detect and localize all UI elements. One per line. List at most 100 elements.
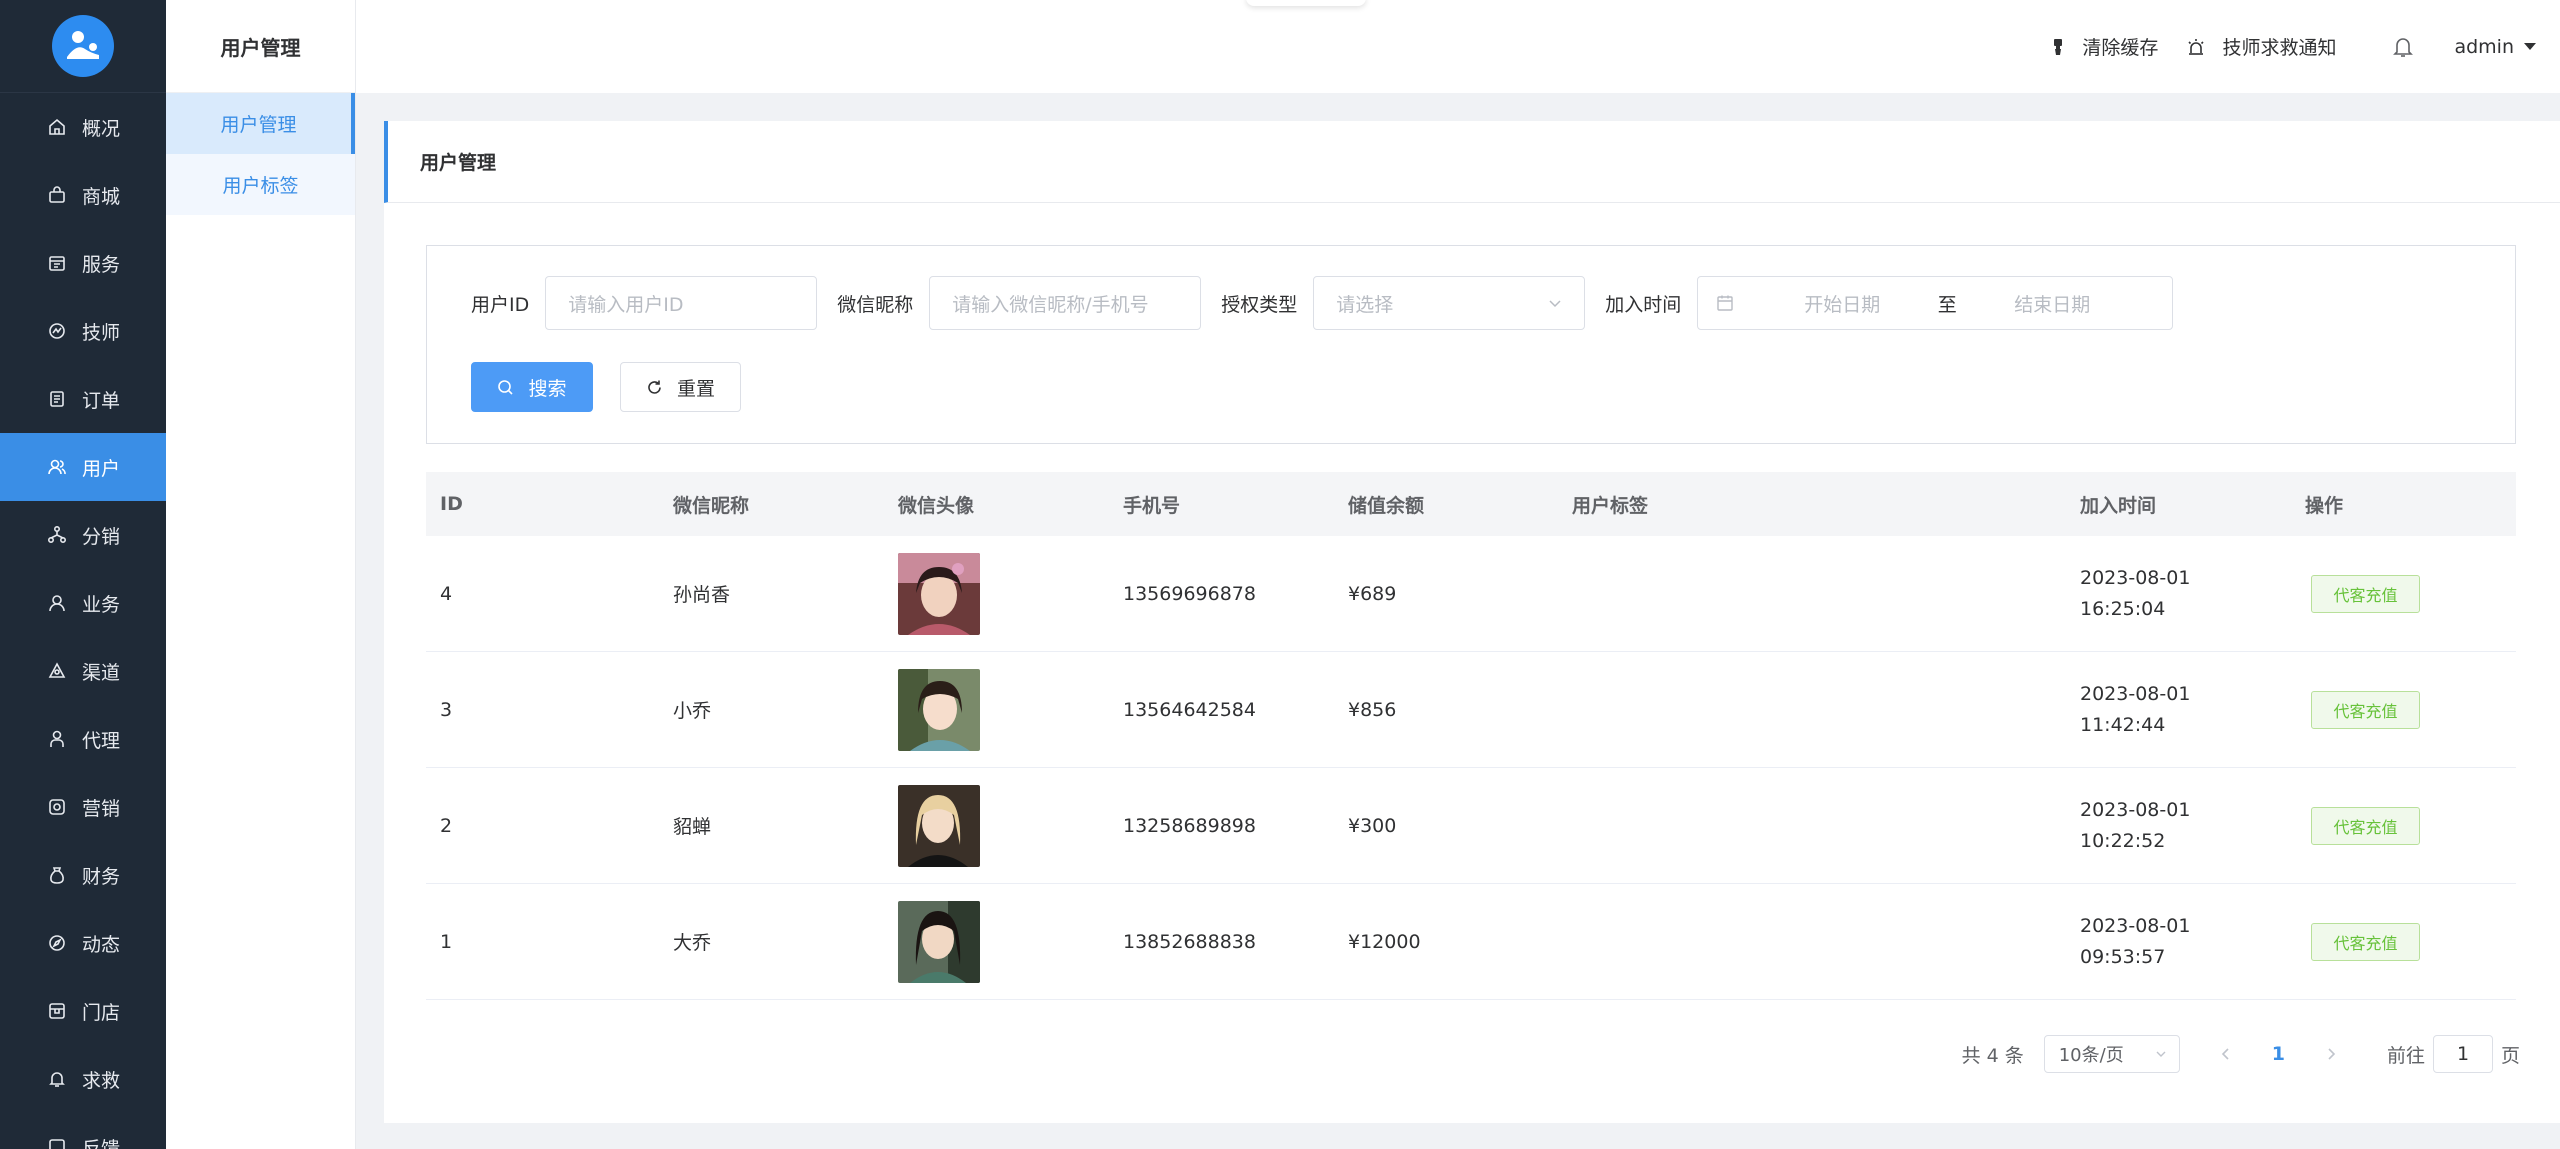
auth-type-select[interactable]: 请选择 bbox=[1313, 276, 1586, 330]
shopping-bag-icon bbox=[46, 184, 68, 206]
user-id-input[interactable]: 请输入用户ID bbox=[545, 276, 818, 330]
sidebar-item-user[interactable]: 用户 bbox=[0, 433, 166, 501]
rescue-notice-button[interactable]: 技师求救通知 bbox=[2186, 33, 2336, 60]
next-page-icon[interactable] bbox=[2325, 1047, 2337, 1061]
notification-bell-icon[interactable] bbox=[2392, 35, 2414, 59]
user-menu[interactable]: admin bbox=[2454, 36, 2536, 58]
page-size-select[interactable]: 10条/页 bbox=[2043, 1035, 2180, 1073]
filter-form: 用户ID 请输入用户ID 微信昵称 请输入微信昵称/手机号 授权类型 请选择 加… bbox=[426, 245, 2516, 444]
cell-id: 2 bbox=[440, 814, 453, 837]
auth-type-label: 授权类型 bbox=[1221, 293, 1298, 316]
sidebar-item-technician[interactable]: 技师 bbox=[0, 297, 166, 365]
start-date-placeholder[interactable]: 开始日期 bbox=[1782, 290, 1902, 317]
user-id-placeholder: 请输入用户ID bbox=[568, 293, 684, 316]
sidebar-item-label: 代理 bbox=[82, 729, 121, 752]
chevron-down-icon bbox=[2155, 1048, 2167, 1060]
sidebar-item-agent[interactable]: 代理 bbox=[0, 705, 166, 773]
cell-action: 代客充值 bbox=[2291, 922, 2516, 961]
cell-phone: 13569696878 bbox=[1123, 582, 1256, 605]
sidebar-item-service[interactable]: 服务 bbox=[0, 229, 166, 297]
range-separator: 至 bbox=[1937, 293, 1957, 316]
business-icon bbox=[46, 592, 68, 614]
cell-nickname: 小乔 bbox=[673, 700, 712, 722]
cell-nickname: 貂蝉 bbox=[673, 816, 712, 838]
goto-page-input[interactable]: 1 bbox=[2432, 1035, 2493, 1073]
avatar[interactable] bbox=[898, 900, 980, 983]
avatar[interactable] bbox=[898, 668, 980, 751]
date-range-picker[interactable]: 开始日期 至 结束日期 bbox=[1697, 276, 2174, 330]
join-clock: 10:22:52 bbox=[2080, 829, 2166, 852]
sidebar-item-business[interactable]: 业务 bbox=[0, 569, 166, 637]
compass-icon bbox=[46, 932, 68, 954]
subnav-item-user-tags[interactable]: 用户标签 bbox=[166, 154, 355, 215]
nickname-input[interactable]: 请输入微信昵称/手机号 bbox=[929, 276, 1202, 330]
cell-avatar bbox=[884, 668, 1109, 751]
sidebar-item-label: 营销 bbox=[82, 797, 121, 820]
recharge-button[interactable]: 代客充值 bbox=[2311, 922, 2420, 961]
app-logo bbox=[52, 15, 114, 77]
goto-suffix: 页 bbox=[2500, 1044, 2520, 1067]
sidebar-item-order[interactable]: 订单 bbox=[0, 365, 166, 433]
cell-join-time: 2023-08-01 16:25:04 bbox=[2066, 563, 2291, 625]
table-row: 3 小乔 13564642584 ¥856 2023-08-01 11:42:4… bbox=[426, 652, 2516, 768]
cell-id: 3 bbox=[440, 698, 453, 721]
sidebar-item-mall[interactable]: 商城 bbox=[0, 161, 166, 229]
service-icon bbox=[46, 252, 68, 274]
sidebar-item-overview[interactable]: 概况 bbox=[0, 93, 166, 161]
cell-join-time: 2023-08-01 10:22:52 bbox=[2066, 795, 2291, 857]
content-panel: 用户管理 用户ID 请输入用户ID 微信昵称 请输入微信昵称/手机号 授权类型 … bbox=[384, 121, 2560, 1123]
sub-sidebar-title: 用户管理 bbox=[166, 0, 355, 93]
column-header: 用户标签 bbox=[1572, 494, 1649, 517]
clear-cache-label: 清除缓存 bbox=[2082, 37, 2159, 59]
cell-id: 1 bbox=[440, 930, 453, 953]
sidebar-item-news[interactable]: 动态 bbox=[0, 909, 166, 977]
recharge-button[interactable]: 代客充值 bbox=[2311, 806, 2420, 845]
sidebar-item-channel[interactable]: 渠道 bbox=[0, 637, 166, 705]
avatar[interactable] bbox=[898, 552, 980, 635]
column-header: 手机号 bbox=[1123, 494, 1181, 517]
sidebar-item-label: 用户 bbox=[82, 457, 121, 480]
sidebar-item-feedback[interactable]: 反馈 bbox=[0, 1113, 166, 1149]
cell-action: 代客充值 bbox=[2291, 806, 2516, 845]
clear-cache-button[interactable]: 清除缓存 bbox=[2050, 33, 2158, 60]
broom-icon bbox=[2050, 38, 2074, 56]
table-header: ID 微信昵称 微信头像 手机号 储值余额 用户标签 加入时间 操作 bbox=[426, 472, 2516, 536]
cell-balance: ¥856 bbox=[1348, 698, 1397, 721]
recharge-button[interactable]: 代客充值 bbox=[2311, 690, 2420, 729]
sidebar-item-finance[interactable]: 财务 bbox=[0, 841, 166, 909]
cell-action: 代客充值 bbox=[2291, 690, 2516, 729]
sidebar-item-label: 订单 bbox=[82, 389, 121, 412]
sidebar-item-rescue[interactable]: 求救 bbox=[0, 1045, 166, 1113]
page-size-value: 10条/页 bbox=[2058, 1045, 2124, 1066]
refresh-icon bbox=[646, 379, 670, 396]
cell-avatar bbox=[884, 784, 1109, 867]
technician-icon bbox=[46, 320, 68, 342]
sidebar-item-marketing[interactable]: 营销 bbox=[0, 773, 166, 841]
sidebar-item-distribution[interactable]: 分销 bbox=[0, 501, 166, 569]
subnav-item-user-management[interactable]: 用户管理 bbox=[166, 93, 355, 154]
avatar[interactable] bbox=[898, 784, 980, 867]
sidebar-item-label: 分销 bbox=[82, 525, 121, 548]
reset-button[interactable]: 重置 bbox=[620, 362, 741, 412]
column-header: 加入时间 bbox=[2080, 494, 2157, 517]
end-date-placeholder[interactable]: 结束日期 bbox=[1992, 290, 2112, 317]
total-count: 共 4 条 bbox=[1961, 1044, 2024, 1067]
pagination: 共 4 条 10条/页 1 前往 1 页 bbox=[1962, 1034, 2520, 1074]
auth-type-placeholder: 请选择 bbox=[1336, 293, 1394, 316]
logo-area bbox=[0, 0, 166, 93]
join-date: 2023-08-01 bbox=[2080, 914, 2191, 937]
sub-sidebar: 用户管理 用户管理 用户标签 bbox=[166, 0, 356, 1149]
top-header: 清除缓存 技师求救通知 admin bbox=[356, 0, 2560, 93]
join-date: 2023-08-01 bbox=[2080, 566, 2191, 589]
sidebar-item-label: 业务 bbox=[82, 593, 121, 616]
search-button[interactable]: 搜索 bbox=[471, 362, 593, 412]
sidebar-item-label: 动态 bbox=[82, 933, 121, 956]
column-header: ID bbox=[440, 493, 463, 515]
finance-icon bbox=[46, 864, 68, 886]
recharge-button[interactable]: 代客充值 bbox=[2311, 574, 2420, 613]
prev-page-icon[interactable] bbox=[2220, 1047, 2232, 1061]
column-header: 微信昵称 bbox=[673, 494, 750, 517]
page-number[interactable]: 1 bbox=[2272, 1043, 2285, 1065]
sidebar-item-store[interactable]: 门店 bbox=[0, 977, 166, 1045]
cell-join-time: 2023-08-01 11:42:44 bbox=[2066, 679, 2291, 741]
